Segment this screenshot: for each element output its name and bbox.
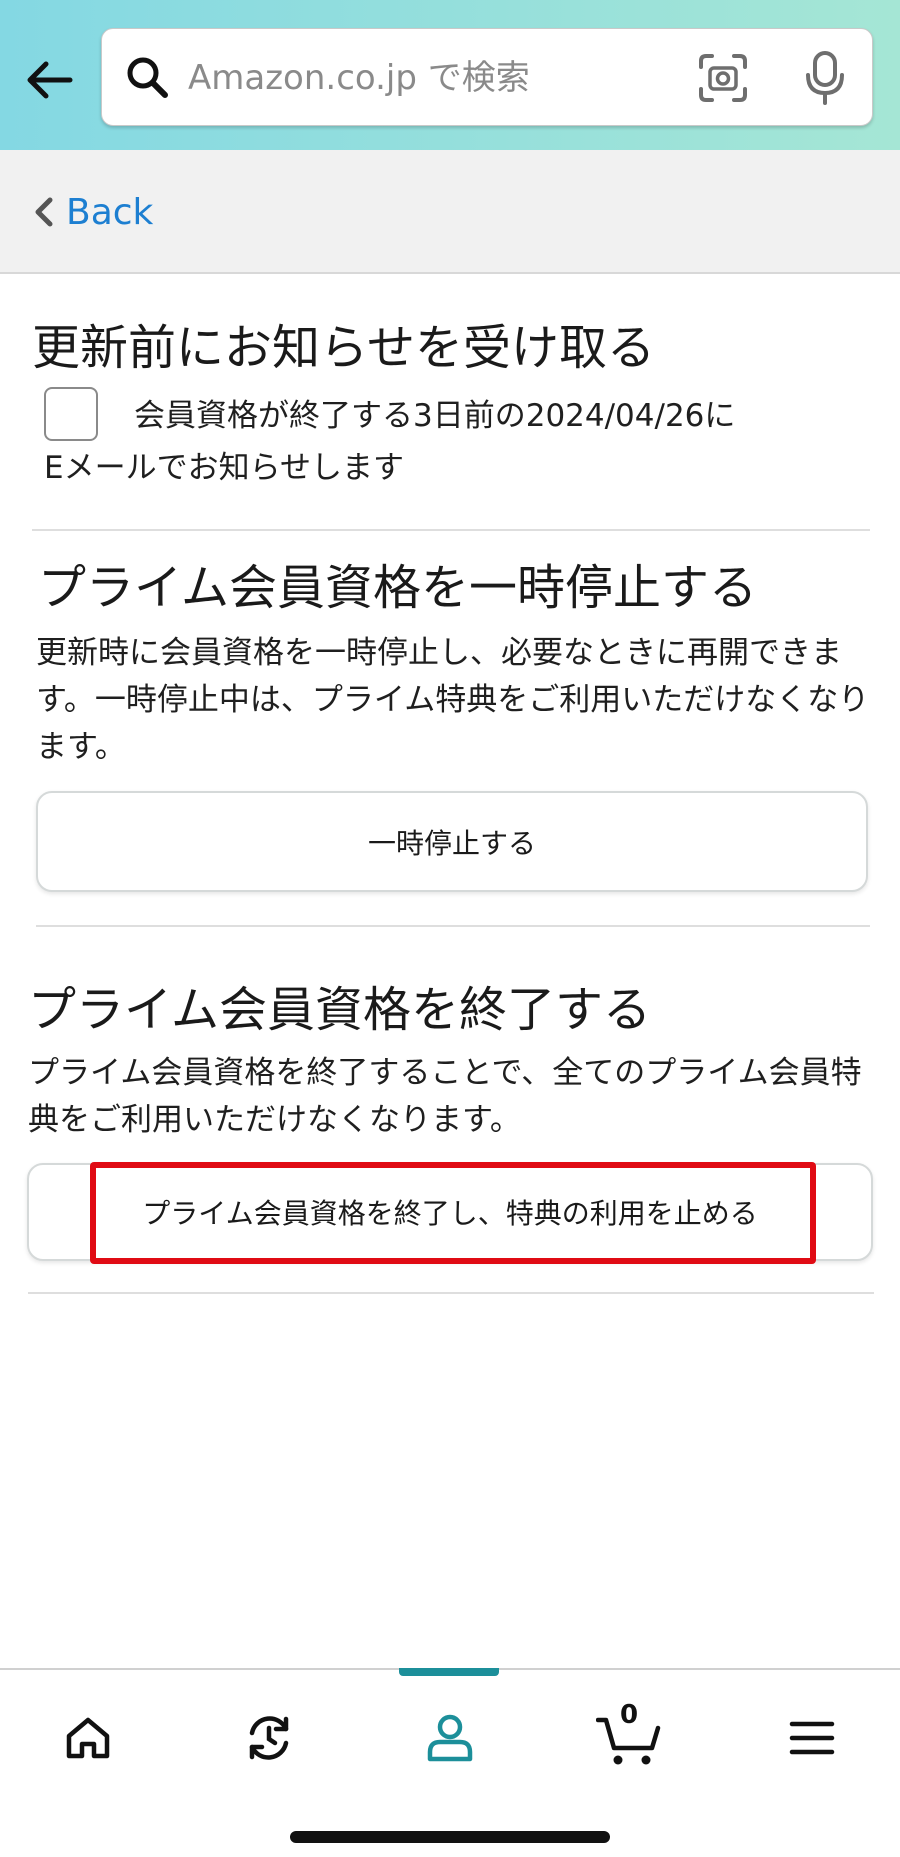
- account-icon: [427, 1714, 473, 1762]
- end-section-description: プライム会員資格を終了することで、全てのプライム会員特典をご利用いただけなくなり…: [28, 1055, 862, 1138]
- nav-account[interactable]: [410, 1700, 490, 1776]
- nav-menu[interactable]: [772, 1700, 852, 1776]
- camera-scan-icon[interactable]: [696, 51, 750, 105]
- search-bar[interactable]: [101, 28, 873, 126]
- back-arrow-icon[interactable]: [22, 52, 78, 108]
- nav-home[interactable]: [48, 1700, 128, 1776]
- search-icon: [127, 57, 168, 98]
- home-icon: [66, 1717, 110, 1759]
- end-membership-button[interactable]: プライム会員資格を終了し、特典の利用を止める: [27, 1163, 873, 1261]
- search-input[interactable]: [188, 51, 588, 105]
- home-indicator: [290, 1831, 610, 1843]
- pause-section-description: 更新時に会員資格を一時停止し、必要なときに再開できます。一時停止中は、プライム特…: [36, 635, 870, 765]
- active-tab-indicator: [399, 1668, 499, 1676]
- bottom-navigation: 0: [0, 1668, 900, 1857]
- notify-checkbox[interactable]: [44, 387, 98, 441]
- cart-count: 0: [620, 1700, 639, 1730]
- end-section-title: プライム会員資格を終了する: [28, 982, 652, 1038]
- pause-membership-button[interactable]: 一時停止する: [36, 791, 868, 892]
- microphone-icon[interactable]: [802, 49, 848, 107]
- back-link[interactable]: Back: [30, 186, 153, 238]
- notify-section-title: 更新前にお知らせを受け取る: [32, 320, 656, 376]
- notify-checkbox-label-line1: 会員資格が終了する3日前の2024/04/26に: [134, 398, 736, 434]
- pause-section-title: プライム会員資格を一時停止する: [38, 560, 758, 616]
- section-divider: [32, 529, 870, 531]
- back-navigation-bar: Back: [0, 150, 900, 274]
- top-header: [0, 0, 900, 150]
- section-divider: [36, 925, 870, 927]
- nav-history[interactable]: [229, 1700, 309, 1776]
- chevron-left-icon: [35, 197, 53, 227]
- menu-icon: [789, 1721, 835, 1755]
- notify-checkbox-label-line2: Eメールでお知らせします: [44, 450, 404, 486]
- back-label[interactable]: Back: [66, 192, 153, 233]
- nav-cart[interactable]: 0: [590, 1700, 670, 1776]
- history-icon: [249, 1716, 289, 1760]
- section-divider: [28, 1292, 874, 1294]
